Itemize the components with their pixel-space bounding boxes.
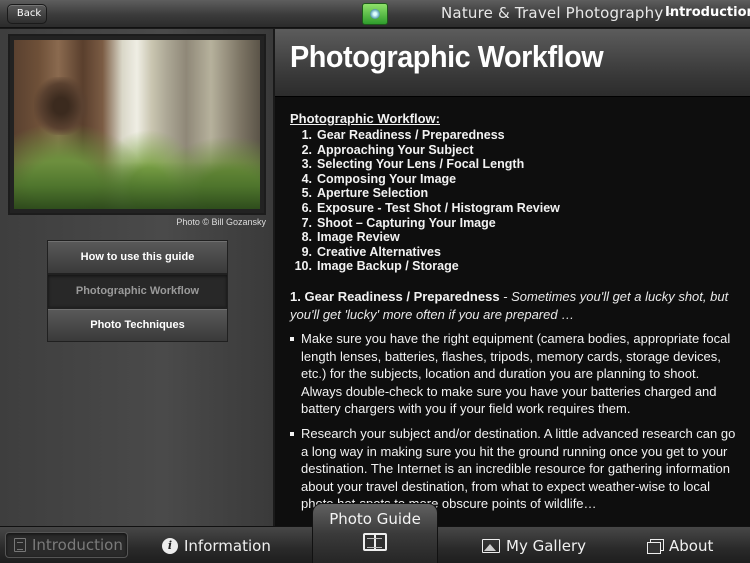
- toc-item: 7. Shoot – Capturing Your Image: [301, 215, 496, 230]
- toc-item: 8. Image Review: [301, 230, 400, 245]
- page-title: Photographic Workflow: [290, 39, 604, 74]
- toc-heading: Photographic Workflow:: [290, 111, 440, 126]
- photo-frame: [8, 34, 266, 215]
- document-icon: [14, 538, 26, 552]
- tab-label: About: [669, 536, 714, 555]
- section-1-intro: 1. Gear Readiness / Preparedness - Somet…: [290, 288, 740, 324]
- book-icon: [363, 533, 387, 551]
- photo-credit: Photo © Bill Gozansky: [176, 217, 266, 227]
- toc-item: 6. Exposure - Test Shot / Histogram Revie…: [301, 200, 560, 215]
- tab-label: Introduction: [32, 536, 123, 554]
- toc-item: 1. Gear Readiness / Preparedness: [301, 128, 505, 142]
- sidebar-item-photographic-workflow[interactable]: Photographic Workflow: [47, 274, 228, 308]
- tab-label: Information: [184, 536, 271, 555]
- app-logo-icon[interactable]: [362, 3, 388, 25]
- info-icon: i: [162, 537, 178, 554]
- sidebar-item-how-to-use[interactable]: How to use this guide: [47, 240, 228, 274]
- tab-label: Photo Guide: [329, 510, 421, 528]
- toc-item: 10. Image Backup / Storage: [294, 259, 459, 274]
- tab-about[interactable]: About: [647, 527, 713, 563]
- content-header: Photographic Workflow: [275, 29, 750, 97]
- sidebar: Photo © Bill Gozansky How to use this gu…: [0, 29, 273, 526]
- sidebar-nav: How to use this guide Photographic Workf…: [47, 240, 228, 342]
- tab-introduction[interactable]: Introduction: [5, 532, 128, 558]
- toc-item: 9. Creative Alternatives: [301, 244, 441, 259]
- toc-item: 2. Approaching Your Subject: [301, 142, 474, 157]
- app-title: Nature & Travel Photography -: [441, 4, 675, 22]
- section-1-heading: 1. Gear Readiness / Preparedness: [290, 288, 500, 304]
- tab-photo-guide[interactable]: Photo Guide: [312, 503, 438, 563]
- tab-my-gallery[interactable]: My Gallery: [482, 527, 586, 563]
- section-1-bullets: Make sure you have the right equipment (…: [290, 330, 740, 513]
- redwood-photo: [14, 40, 260, 209]
- about-icon: [647, 538, 664, 554]
- toc-item: 4. Composing Your Image: [301, 171, 457, 186]
- top-bar: Back Nature & Travel Photography - Intro…: [0, 0, 750, 28]
- tab-bar: Introduction i Information Photo Guide M…: [0, 503, 750, 563]
- sidebar-item-photo-techniques[interactable]: Photo Techniques: [47, 308, 228, 342]
- bullet-item: Make sure you have the right equipment (…: [290, 330, 740, 418]
- toc-item: 3. Selecting Your Lens / Focal Length: [301, 157, 525, 172]
- content-body: Photographic Workflow: 1. Gear Readiness …: [275, 97, 750, 513]
- current-section-title: Introduction: [665, 5, 750, 20]
- bullet-item: Research your subject and/or destination…: [290, 425, 740, 513]
- main-content[interactable]: Photographic Workflow Photographic Workf…: [275, 29, 750, 526]
- tab-label: My Gallery: [506, 536, 587, 555]
- toc-list: 1. Gear Readiness / Preparedness 2. Approa…: [290, 128, 740, 274]
- gallery-icon: [482, 538, 500, 553]
- tab-information[interactable]: i Information: [162, 527, 271, 563]
- back-button[interactable]: Back: [7, 4, 47, 24]
- toc-item: 5. Aperture Selection: [301, 186, 429, 201]
